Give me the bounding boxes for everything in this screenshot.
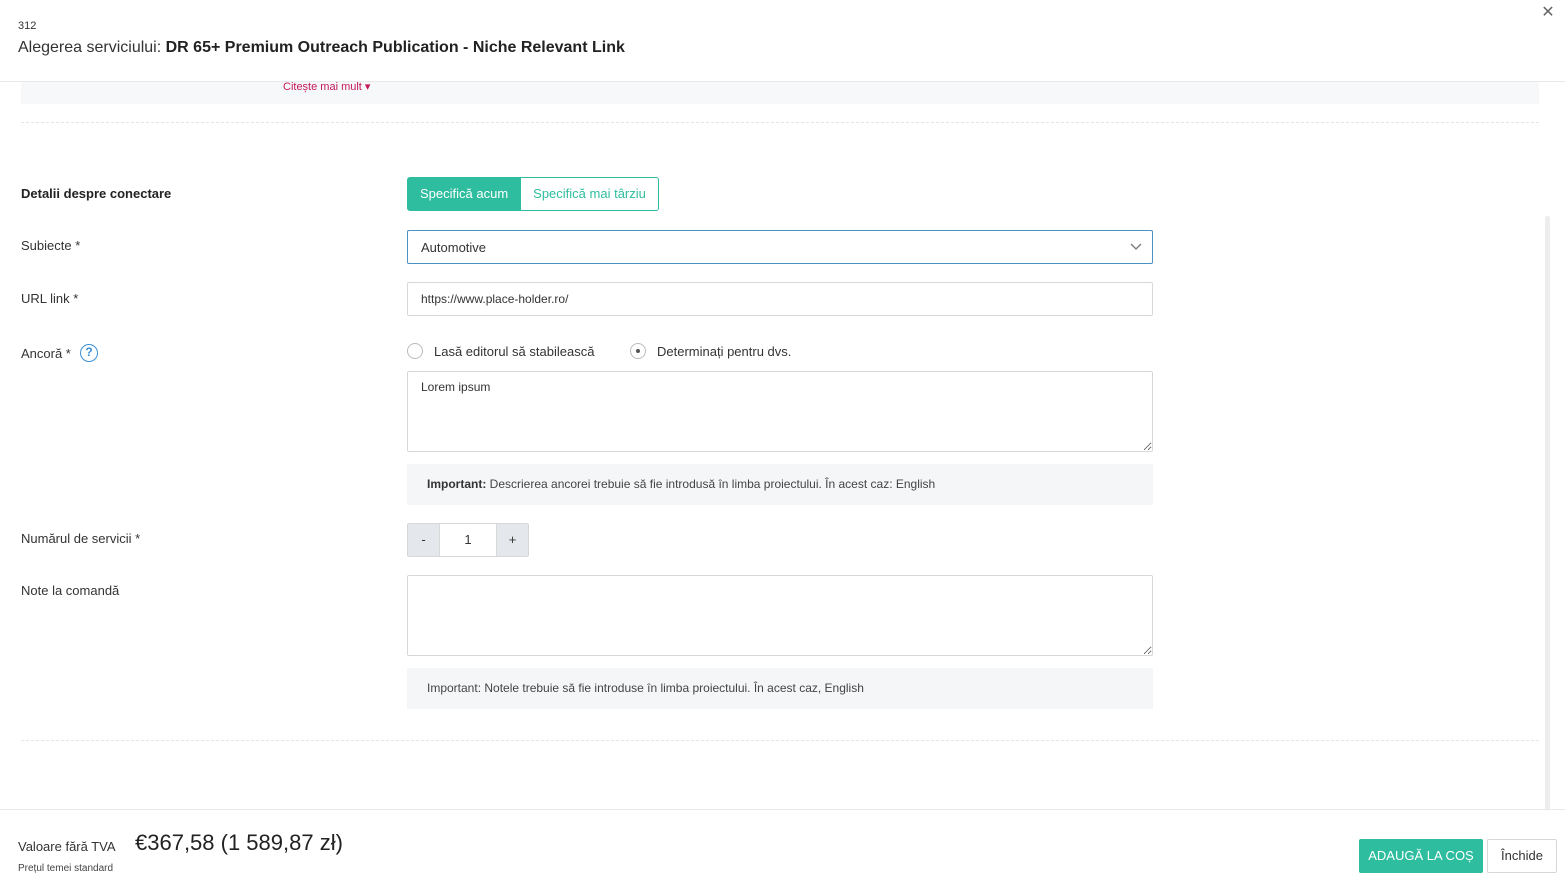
radio-editor-circle[interactable] xyxy=(407,343,423,359)
note-bold: Important: xyxy=(427,477,487,491)
read-more-link[interactable]: Citește mai mult ▾ xyxy=(283,80,370,93)
anchor-important-note: Important: Descrierea ancorei trebuie să… xyxy=(407,464,1153,505)
service-id: 312 xyxy=(18,20,37,32)
subjects-value: Automotive xyxy=(421,240,487,255)
help-icon[interactable]: ? xyxy=(80,344,98,362)
close-icon[interactable]: ✕ xyxy=(1539,4,1557,22)
radio-self-decides[interactable]: Determinați pentru dvs. xyxy=(630,343,791,359)
increment-button[interactable]: + xyxy=(497,524,528,556)
radio-editor-label: Lasă editorul să stabilească xyxy=(434,343,595,359)
radio-self-label: Determinați pentru dvs. xyxy=(657,343,792,359)
subjects-label: Subiecte * xyxy=(21,238,81,253)
title-prefix: Alegerea serviciului: xyxy=(18,39,166,56)
radio-editor-decides[interactable]: Lasă editorul să stabilească xyxy=(407,343,594,359)
order-notes-textarea[interactable] xyxy=(407,575,1153,656)
price-note: Prețul temei standard xyxy=(18,863,114,874)
subjects-select[interactable]: Automotive xyxy=(407,230,1153,264)
url-input[interactable] xyxy=(407,282,1153,316)
decrement-button[interactable]: - xyxy=(408,524,439,556)
add-to-cart-button[interactable]: ADAUGĂ LA COȘ xyxy=(1359,839,1483,873)
connection-toggle: Specifică acum Specifică mai târziu xyxy=(407,177,659,211)
quantity-label: Numărul de servicii * xyxy=(21,531,141,546)
order-notes-label: Note la comandă xyxy=(21,583,120,598)
quantity-value[interactable]: 1 xyxy=(439,524,497,556)
specify-now-button[interactable]: Specifică acum xyxy=(407,177,522,211)
page-title: Alegerea serviciului: DR 65+ Premium Out… xyxy=(18,39,625,57)
note-text: Descrierea ancorei trebuie să fie introd… xyxy=(486,477,936,491)
section-divider xyxy=(21,740,1539,741)
quantity-stepper: - 1 + xyxy=(407,523,529,557)
connection-details-label: Detalii despre conectare xyxy=(21,186,172,201)
specify-later-button[interactable]: Specifică mai târziu xyxy=(521,177,659,211)
scrollbar[interactable] xyxy=(1545,216,1550,810)
anchor-textarea[interactable]: Lorem ipsum xyxy=(407,371,1153,452)
anchor-label: Ancoră * xyxy=(21,346,71,361)
close-button[interactable]: Închide xyxy=(1487,839,1557,873)
description-panel xyxy=(21,82,1539,104)
service-name: DR 65+ Premium Outreach Publication - Ni… xyxy=(165,39,625,56)
chevron-down-icon xyxy=(1130,243,1142,250)
radio-self-circle[interactable] xyxy=(630,343,646,359)
value-label: Valoare fără TVA xyxy=(18,839,116,854)
price-value: €367,58 (1 589,87 zł) xyxy=(135,830,343,855)
modal-footer: Valoare fără TVA €367,58 (1 589,87 zł) P… xyxy=(0,809,1565,891)
notes-important-note: Important: Notele trebuie să fie introdu… xyxy=(407,668,1153,709)
modal-header: 312 Alegerea serviciului: DR 65+ Premium… xyxy=(0,0,1565,82)
url-label: URL link * xyxy=(21,291,79,306)
section-divider xyxy=(21,122,1539,123)
